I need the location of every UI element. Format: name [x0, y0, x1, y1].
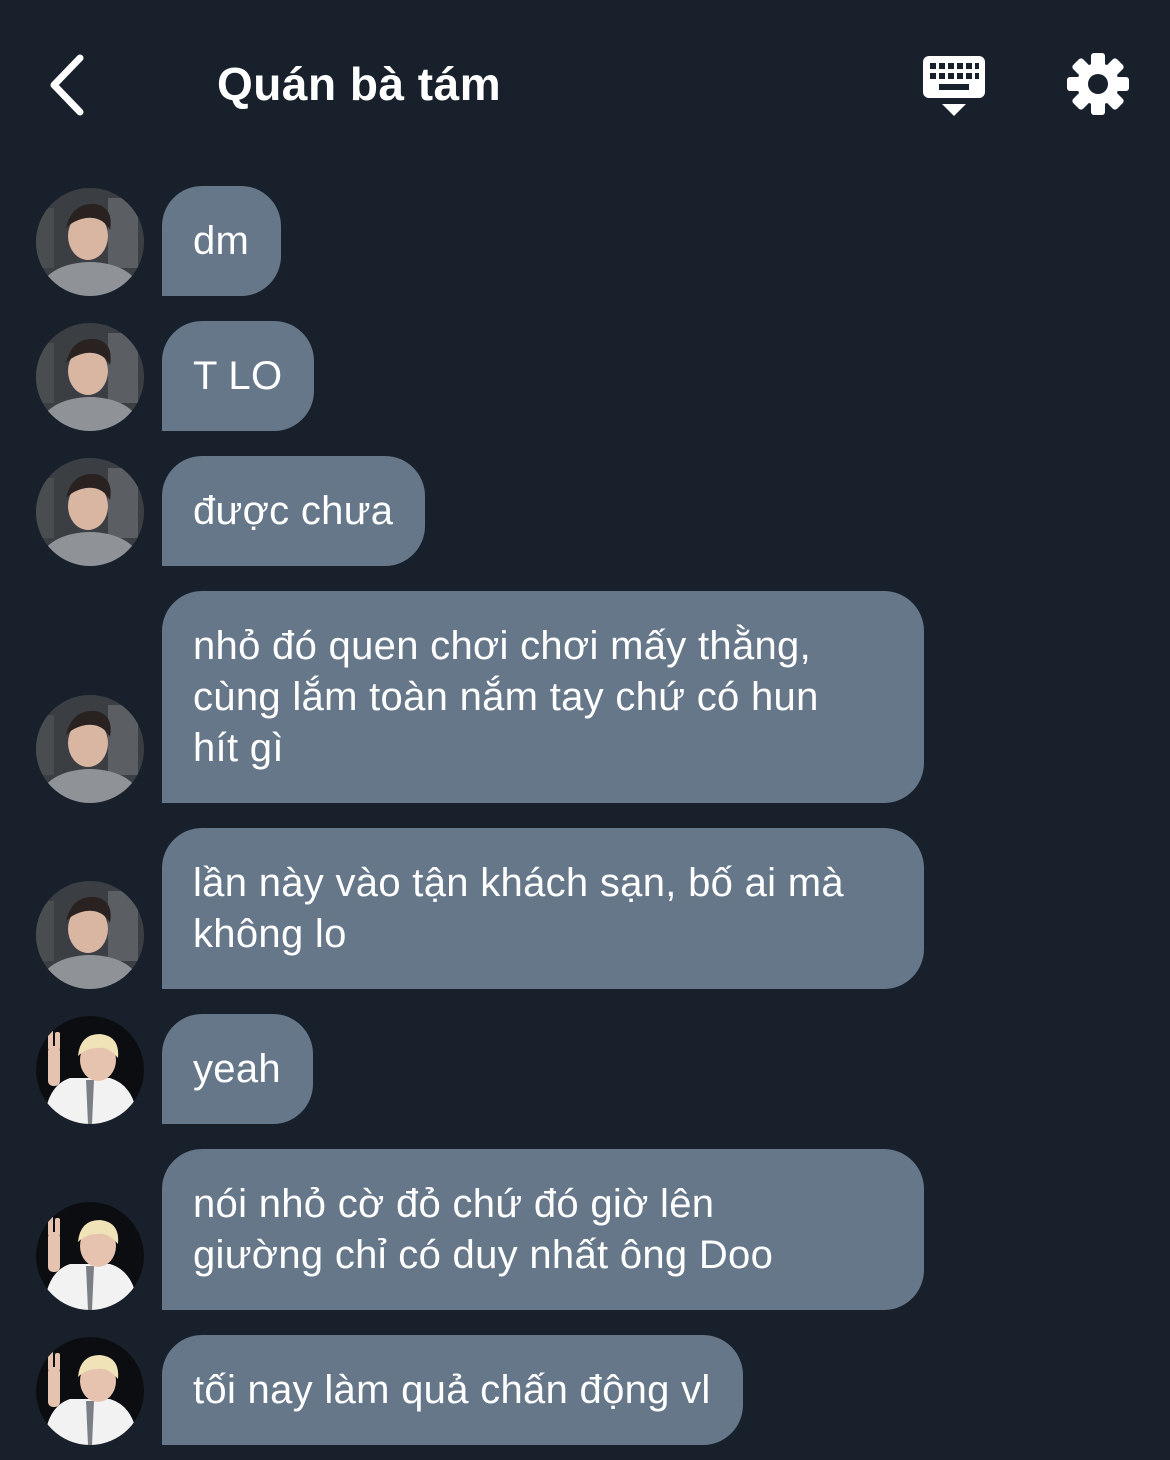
avatar-user1-image	[36, 881, 144, 989]
avatar-user2-image	[36, 1202, 144, 1310]
avatar[interactable]	[36, 1337, 144, 1445]
avatar[interactable]	[36, 1016, 144, 1124]
message-bubble[interactable]: tối nay làm quả chấn động vl	[162, 1335, 743, 1445]
message-bubble[interactable]: nhỏ đó quen chơi chơi mấy thằng, cùng lắ…	[162, 591, 924, 803]
avatar[interactable]	[36, 1202, 144, 1310]
message-bubble[interactable]: nói nhỏ cờ đỏ chứ đó giờ lên giường chỉ …	[162, 1149, 924, 1310]
message-bubble[interactable]: dm	[162, 186, 282, 296]
avatar-user1-image	[36, 458, 144, 566]
avatar[interactable]	[36, 323, 144, 431]
avatar-user2-image	[36, 1016, 144, 1124]
avatar[interactable]	[36, 881, 144, 989]
avatar-user1-image	[36, 323, 144, 431]
message-bubble[interactable]: được chưa	[162, 456, 426, 566]
message-bubble[interactable]: yeah	[162, 1014, 313, 1124]
message-bubble[interactable]: T LO	[162, 321, 315, 431]
avatar-user2-image	[36, 1337, 144, 1445]
message-list[interactable]: dm T LO được chưa nhỏ đó quen chơi chơi …	[0, 0, 1170, 1460]
avatar-user1-image	[36, 695, 144, 803]
avatar[interactable]	[36, 188, 144, 296]
avatar[interactable]	[36, 695, 144, 803]
message-bubble[interactable]: lần này vào tận khách sạn, bố ai mà khôn…	[162, 828, 924, 989]
avatar-user1-image	[36, 188, 144, 296]
avatar[interactable]	[36, 458, 144, 566]
